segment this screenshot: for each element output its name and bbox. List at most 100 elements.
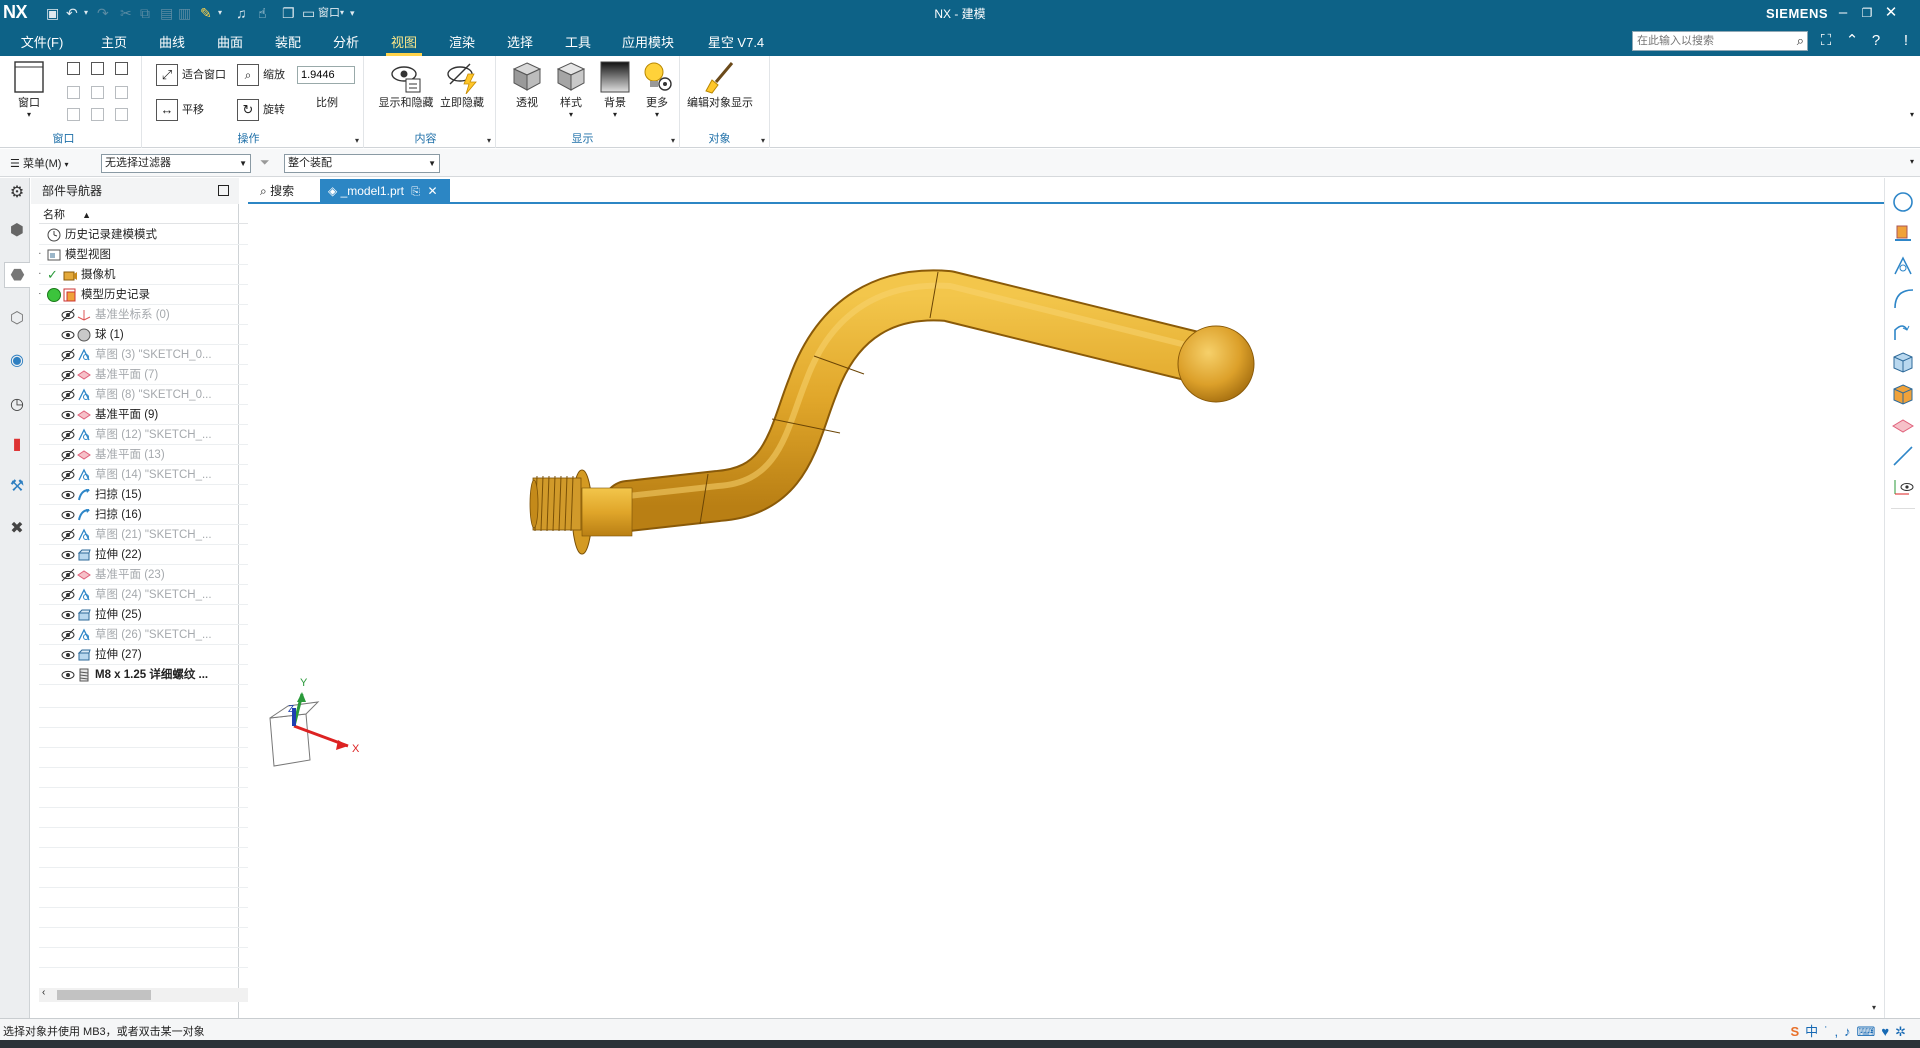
pan-button[interactable]: ↔ 平移 — [156, 98, 204, 122]
tree-row[interactable]: 拉伸 (27) — [39, 645, 269, 665]
tab-applications[interactable]: 应用模块 — [618, 32, 678, 52]
scrollbar-thumb[interactable] — [57, 990, 151, 1000]
tree-row[interactable]: 拉伸 (22) — [39, 545, 269, 565]
layout-three-top-icon[interactable] — [67, 108, 80, 121]
tree-row[interactable]: 草图 (14) "SKETCH_... — [39, 465, 269, 485]
background-dropdown-icon[interactable]: ▾ — [596, 110, 634, 119]
style-button[interactable]: 样式 ▾ — [552, 60, 590, 119]
visibility-eye-icon[interactable] — [61, 648, 75, 662]
layout-three-right-icon[interactable] — [115, 86, 128, 99]
visibility-eye-icon[interactable] — [61, 488, 75, 502]
tab-assembly[interactable]: 装配 — [270, 32, 306, 52]
viewport-options-icon[interactable]: ▾ — [1872, 1003, 1876, 1012]
crank-handle-model[interactable] — [529, 269, 1255, 555]
close-tab-icon[interactable]: ✕ — [427, 184, 437, 198]
more-button[interactable]: 更多 ▾ — [638, 60, 676, 119]
immediate-hide-button[interactable]: 立即隐藏 — [434, 60, 490, 110]
tools-wrench-icon[interactable]: ✖ — [4, 516, 30, 542]
undo-dropdown-icon[interactable]: ▾ — [84, 4, 88, 22]
visibility-eye-icon[interactable] — [61, 368, 75, 382]
type-filter-select[interactable]: 无选择过滤器 ▼ — [101, 154, 251, 173]
alert-icon[interactable]: ! — [1896, 31, 1916, 51]
visibility-eye-icon[interactable] — [61, 328, 75, 342]
expand-icon[interactable]: + — [39, 245, 43, 264]
visibility-eye-icon[interactable] — [61, 528, 75, 542]
tab-curve[interactable]: 曲线 — [154, 32, 190, 52]
help-icon[interactable]: ? — [1866, 31, 1886, 51]
history-clock-icon[interactable]: ◷ — [4, 392, 30, 418]
circle-select-icon[interactable] — [1891, 190, 1915, 214]
color-palette-icon[interactable]: ▮ — [4, 432, 30, 458]
minimize-icon[interactable]: – — [1832, 2, 1854, 24]
tab-render[interactable]: 渲染 — [444, 32, 480, 52]
tab-selection[interactable]: 选择 — [502, 32, 538, 52]
visibility-eye-icon[interactable] — [61, 408, 75, 422]
view-triad[interactable]: X Y Z — [269, 677, 360, 767]
visibility-eye-icon[interactable] — [61, 448, 75, 462]
expand-icon[interactable]: + — [39, 265, 43, 284]
microphone-icon[interactable]: ♫ — [236, 4, 247, 22]
style-dropdown-icon[interactable]: ▾ — [552, 110, 590, 119]
visibility-eye-icon[interactable] — [61, 308, 75, 322]
visibility-eye-icon[interactable] — [61, 508, 75, 522]
main-menu-button[interactable]: ☰ 菜单(M) ▾ — [10, 155, 69, 171]
restore-icon[interactable]: ❐ — [1856, 2, 1878, 24]
command-search-box[interactable]: ⌕ — [1632, 31, 1808, 51]
block-feature-icon[interactable] — [1891, 382, 1915, 406]
selection-scope-select[interactable]: 整个装配 ▼ — [284, 154, 440, 173]
tab-view[interactable]: 视图 — [386, 32, 422, 56]
datum-plane-icon[interactable] — [1891, 414, 1915, 438]
datum-csys-visibility-icon[interactable] — [1891, 474, 1915, 498]
operation-group-dropdown-icon[interactable]: ▾ — [355, 136, 359, 145]
collapse-ribbon-icon[interactable]: ⌃ — [1842, 31, 1862, 51]
tree-row[interactable]: 基准平面 (13) — [39, 445, 269, 465]
collapse-icon[interactable]: − — [39, 285, 43, 304]
voice-icon[interactable]: ♪ — [1844, 1024, 1857, 1039]
undo-icon[interactable]: ↶ — [66, 4, 78, 22]
window-dropdown-icon[interactable]: ▾ — [10, 110, 48, 119]
paste-special-icon[interactable]: ▥ — [178, 4, 191, 22]
assembly-navigator-icon[interactable]: ⬢ — [4, 218, 30, 244]
tab-model-part[interactable]: ◈ _model1.prt ⎘ ✕ — [320, 179, 450, 203]
tree-row[interactable]: M8 x 1.25 详细螺纹 ... — [39, 665, 269, 685]
window-menu-dropdown-icon[interactable]: ▾ — [340, 4, 344, 22]
layout-four-icon[interactable] — [67, 86, 80, 99]
show-hide-button[interactable]: 显示和隐藏 — [378, 60, 434, 110]
layout-three-bottom-icon[interactable] — [91, 108, 104, 121]
visibility-eye-icon[interactable] — [61, 628, 75, 642]
tab-analysis[interactable]: 分析 — [328, 32, 364, 52]
tools-icon[interactable]: ✲ — [1895, 1024, 1912, 1039]
filter-icon[interactable]: ⏷ — [260, 155, 270, 170]
tree-row[interactable]: 草图 (12) "SKETCH_... — [39, 425, 269, 445]
checkmark-icon[interactable]: ✓ — [47, 265, 58, 284]
command-search-input[interactable] — [1633, 32, 1783, 50]
tab-xingkong[interactable]: 星空 V7.4 — [704, 32, 768, 52]
skin-icon[interactable]: ♥ — [1881, 1024, 1895, 1039]
ribbon-options-dropdown-icon[interactable]: ▾ — [1910, 110, 1914, 119]
tree-row[interactable]: 基准坐标系 (0) — [39, 305, 269, 325]
thread-section[interactable] — [529, 475, 582, 532]
tree-row[interactable]: 扫掠 (16) — [39, 505, 269, 525]
tab-file[interactable]: 文件(F) — [18, 32, 66, 52]
close-icon[interactable]: ✕ — [1880, 2, 1902, 24]
visibility-eye-icon[interactable] — [61, 388, 75, 402]
tree-row[interactable]: 球 (1) — [39, 325, 269, 345]
object-group-dropdown-icon[interactable]: ▾ — [761, 136, 765, 145]
more-dropdown-icon[interactable]: ▾ — [638, 110, 676, 119]
tree-row[interactable]: 草图 (21) "SKETCH_... — [39, 525, 269, 545]
constraint-navigator-icon[interactable]: ⬡ — [4, 306, 30, 332]
layout-six-icon[interactable] — [115, 108, 128, 121]
visibility-eye-icon[interactable] — [61, 548, 75, 562]
visibility-eye-icon[interactable] — [61, 348, 75, 362]
chinese-mode-icon[interactable]: 中 — [1805, 1024, 1824, 1039]
tree-row[interactable]: +✓ 摄像机 — [39, 265, 269, 285]
sketch-edit-icon[interactable] — [1891, 254, 1915, 278]
input-method-icon[interactable]: S — [1790, 1024, 1805, 1039]
solid-body-icon[interactable] — [1891, 350, 1915, 374]
tab-search[interactable]: ⌕ 搜索 — [252, 179, 318, 203]
visibility-eye-icon[interactable] — [61, 608, 75, 622]
tree-row[interactable]: 历史记录建模模式 — [39, 225, 269, 245]
tree-row[interactable]: 草图 (3) "SKETCH_0... — [39, 345, 269, 365]
tree-row[interactable]: 基准平面 (9) — [39, 405, 269, 425]
process-studio-icon[interactable]: ⚒ — [4, 474, 30, 500]
